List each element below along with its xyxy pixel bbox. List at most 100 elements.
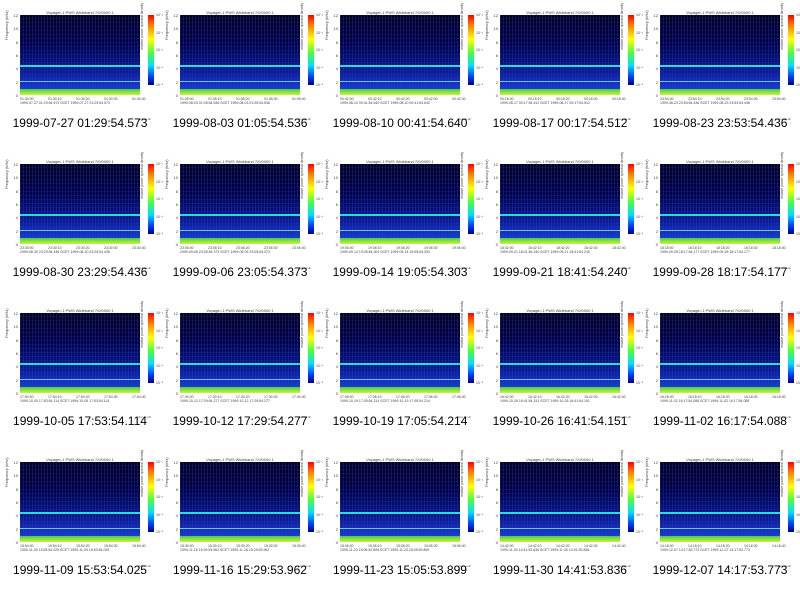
x-axis-footer: 1999-10-12 17:29:54.277 SCET 1999-10-12 … <box>180 399 270 403</box>
spectrogram-plot <box>500 462 620 542</box>
spectrogram-noise <box>340 462 460 542</box>
x-axis-footer: 1999-08-03 01:05:54.536 SCET 1999-08-03 … <box>180 101 270 105</box>
y-tick-label: 6 <box>495 500 498 505</box>
y-tick-label: 0 <box>655 540 658 545</box>
low-frequency-floor <box>180 238 300 244</box>
emission-band <box>20 363 140 365</box>
y-tick-label: 8 <box>495 188 498 194</box>
y-tick-label: 0 <box>335 391 338 396</box>
panel-caption: 1999-07-27 01:29:54.573 <box>12 116 148 130</box>
x-axis-footer: 1999-10-19 17:05:54.214 SCET 1999-10-19 … <box>340 399 430 403</box>
panel-caption: 1999-12-07 14:17:53.773 <box>652 563 788 577</box>
emission-band <box>20 65 140 67</box>
spectrogram-noise <box>340 313 460 393</box>
colorbar <box>468 313 474 383</box>
emission-band <box>180 214 300 216</box>
panel-caption: 1999-08-17 00:17:54.512 <box>492 116 628 130</box>
colorbar <box>468 462 474 532</box>
colorbar-label: relative power spectral density <box>460 449 464 497</box>
y-tick-label: 6 <box>495 53 498 58</box>
emission-band <box>180 512 300 514</box>
y-tick-label: 6 <box>15 351 18 356</box>
spectrogram-noise <box>180 15 300 95</box>
spectrogram-plot <box>340 313 460 393</box>
panel-caption: 1999-08-10 00:41:54.640 <box>332 116 468 130</box>
colorbar-tick-label: 10⁻¹ <box>796 311 800 315</box>
spectrogram-noise <box>180 164 300 244</box>
y-tick-label: 6 <box>175 351 178 356</box>
x-axis-footer: 1999-08-30 23:29:54.436 SCET 1999-08-30 … <box>20 250 110 254</box>
low-frequency-floor <box>660 387 780 393</box>
y-tick-label: 6 <box>655 500 658 505</box>
spectrogram-plot <box>660 15 780 95</box>
emission-band <box>500 65 620 67</box>
low-frequency-floor <box>660 238 780 244</box>
low-frequency-floor <box>20 387 140 393</box>
x-tick-label: 01:05:40 <box>292 97 306 101</box>
y-axis-label: Frequency (kHz) <box>164 10 169 40</box>
x-axis-footer: 1999-11-09 15:53:54.025 SCET 1999-11-09 … <box>20 548 110 552</box>
y-tick-label: 8 <box>15 337 18 343</box>
x-axis-footer: 1999-11-02 16:17:54.088 SCET 1999-11-02 … <box>660 399 750 403</box>
y-tick-label: 4 <box>335 66 338 72</box>
spectrogram-panel: Voyager-1 PWS Wideband 7/0/0000 1 12 10 8 6 4… <box>0 447 163 596</box>
y-tick-label: 2 <box>335 228 338 234</box>
y-axis-label: Frequency (kHz) <box>484 159 489 189</box>
low-frequency-floor <box>660 89 780 95</box>
spectrogram-panel: Voyager-1 PWS Wideband 7/0/0000 1 12 10 8 6 4… <box>0 0 163 149</box>
y-tick-label: 6 <box>655 53 658 58</box>
colorbar-tick-label: 10⁻³ <box>796 197 800 201</box>
y-tick-label: 6 <box>175 53 178 58</box>
colorbar <box>788 313 794 383</box>
y-axis-label: Frequency (kHz) <box>4 10 9 40</box>
y-tick-label: 6 <box>15 500 18 505</box>
panel-caption: 1999-10-12 17:29:54.277 <box>172 414 308 428</box>
colorbar <box>468 15 474 85</box>
emission-band <box>500 528 620 529</box>
spectrogram-noise <box>20 313 140 393</box>
spectrogram-plot <box>660 462 780 542</box>
x-tick-label: 16:18:40 <box>772 395 786 399</box>
spectrogram-panel: Voyager-1 PWS Wideband 7/0/0000 1 12 10 8 6 4… <box>480 0 643 149</box>
y-axis-label: Frequency (kHz) <box>164 159 169 189</box>
low-frequency-floor <box>500 238 620 244</box>
emission-band <box>500 512 620 514</box>
y-tick-label: 8 <box>175 486 178 492</box>
x-axis-footer: 1999-11-30 14:41:53.836 SCET 1999-11-30 … <box>500 548 590 552</box>
y-tick-label: 2 <box>15 377 18 383</box>
x-axis-footer: 1999-08-17 00:17:54.512 SCET 1999-08-17 … <box>500 101 590 105</box>
panel-caption: 1999-10-26 16:41:54.151 <box>492 414 628 428</box>
panel-caption: 1999-09-06 23:05:54.373 <box>172 265 308 279</box>
emission-band <box>660 379 780 380</box>
colorbar-tick-label: 10⁻² <box>796 328 800 333</box>
y-tick-label: 2 <box>15 228 18 234</box>
y-tick-label: 4 <box>335 215 338 221</box>
emission-band <box>660 528 780 529</box>
emission-band <box>20 512 140 514</box>
panel-caption: 1999-11-02 16:17:54.088 <box>653 414 787 428</box>
emission-band <box>20 230 140 231</box>
spectrogram-noise <box>660 164 780 244</box>
spectrogram-panel: Voyager-1 PWS Wideband 7/0/0000 1 12 10 8 6 4… <box>480 447 643 596</box>
spectrogram-panel: Voyager-1 PWS Wideband 7/0/0000 1 12 10 8 6 4… <box>0 149 163 298</box>
colorbar-tick-label: 10⁻¹ <box>796 162 800 166</box>
colorbar-tick-label: 10⁻⁵ <box>796 83 800 87</box>
y-tick-label: 0 <box>655 93 658 98</box>
y-tick-label: 0 <box>655 242 658 247</box>
spectrogram-plot <box>20 313 140 393</box>
spectrogram-plot <box>500 313 620 393</box>
x-tick-label: 16:42:40 <box>612 395 626 399</box>
x-axis-footer: 1999-07-27 01:29:54.573 SCET 1999-07-27 … <box>20 101 110 105</box>
y-tick-label: 8 <box>15 486 18 492</box>
y-tick-label: 2 <box>495 377 498 383</box>
y-tick-label: 0 <box>495 391 498 396</box>
y-axis-label: Frequency (kHz) <box>324 308 329 338</box>
spectrogram-panel: Voyager-1 PWS Wideband 7/0/0000 1 12 10 8 6 4… <box>480 298 643 447</box>
y-axis-label: Frequency (kHz) <box>644 10 649 40</box>
y-axis-label: Frequency (kHz) <box>484 457 489 487</box>
x-tick-label: 23:06:40 <box>292 246 306 250</box>
y-tick-label: 2 <box>495 526 498 532</box>
spectrogram-noise <box>500 462 620 542</box>
emission-band <box>180 363 300 365</box>
y-axis-label: Frequency (kHz) <box>644 159 649 189</box>
